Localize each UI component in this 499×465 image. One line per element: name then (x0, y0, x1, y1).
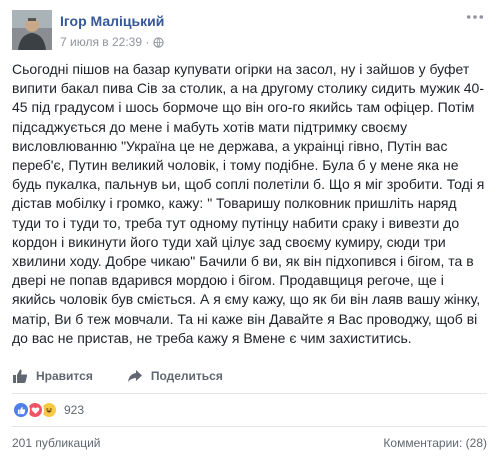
like-label: Нравится (36, 369, 93, 383)
shares-count-link[interactable]: 201 публикаций (12, 436, 101, 450)
comments-count-link[interactable]: Комментарии: (28) (383, 436, 487, 450)
share-arrow-icon (127, 370, 142, 382)
avatar[interactable] (12, 10, 52, 50)
share-button[interactable]: Поделиться (127, 368, 223, 384)
more-options-icon[interactable] (465, 10, 485, 22)
like-icon (12, 401, 30, 419)
post-meta: 7 июля в 22:39 · (60, 35, 164, 49)
divider (12, 426, 487, 427)
author-name[interactable]: Ігор Маліцький (60, 13, 164, 29)
reaction-count: 923 (64, 403, 85, 417)
post-header: Ігор Маліцький 7 июля в 22:39 · (12, 10, 487, 55)
post-timestamp[interactable]: 7 июля в 22:39 · (60, 35, 149, 49)
post-actions: Нравится Поделиться (12, 364, 487, 388)
globe-icon (153, 36, 164, 48)
thumbs-up-icon (13, 369, 28, 383)
reactions-summary[interactable]: 923 (12, 400, 84, 420)
post-body: Сьогодні пішов на базар купувати огірки … (12, 61, 485, 346)
like-button[interactable]: Нравится (12, 368, 93, 384)
divider (12, 393, 487, 394)
share-label: Поделиться (150, 369, 223, 383)
